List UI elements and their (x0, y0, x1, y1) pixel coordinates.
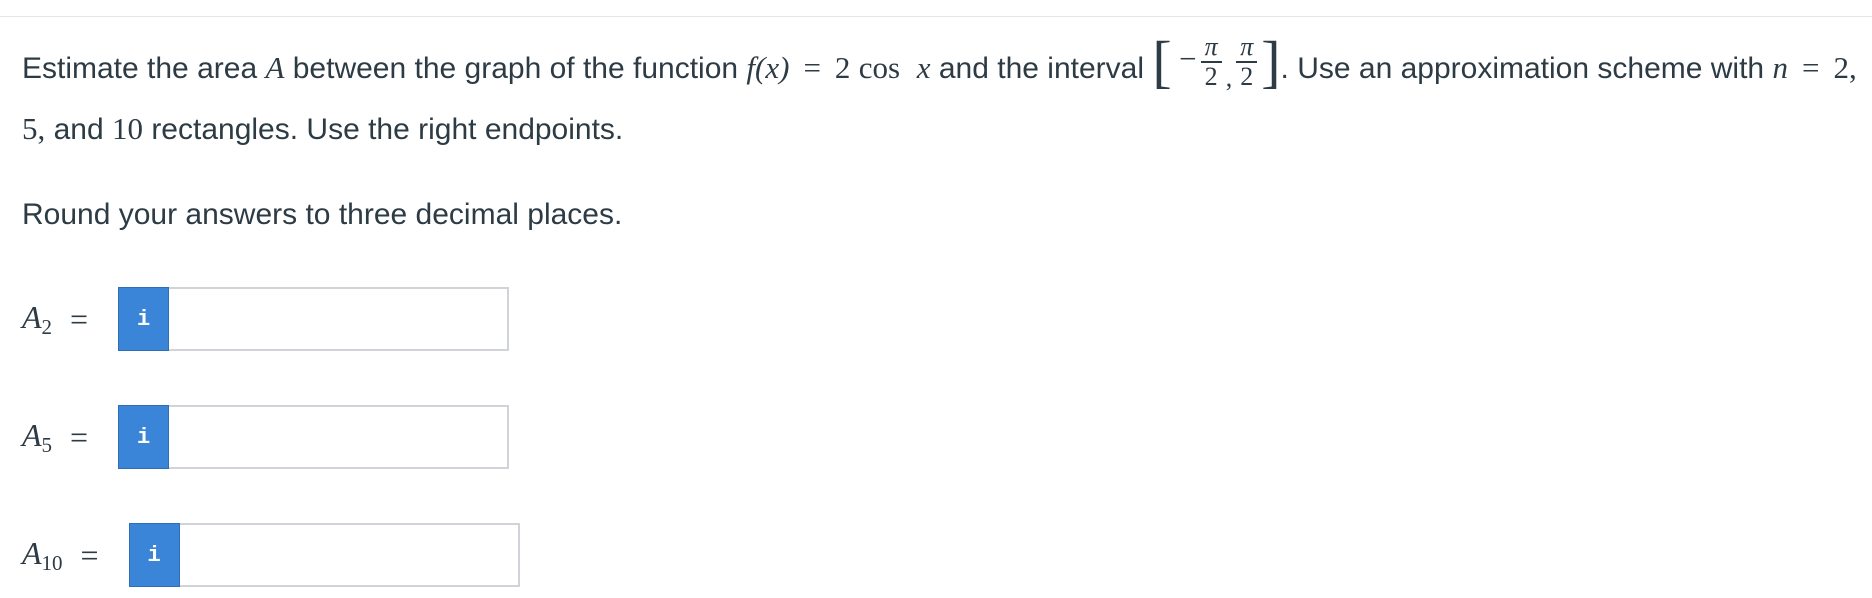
question-part: between the graph of the function (284, 52, 747, 85)
answer-label: A2 (22, 299, 52, 340)
answer-field: i (128, 523, 520, 587)
answer-subscript: 2 (41, 314, 53, 339)
answer-var: A (22, 298, 42, 335)
var-n: n (1772, 50, 1788, 85)
pi-symbol: π (1236, 33, 1258, 64)
var-a: A (265, 50, 285, 85)
comma: , (1225, 63, 1233, 93)
right-bracket: ] (1261, 29, 1281, 95)
info-icon: i (136, 306, 151, 332)
answer-input-a5[interactable] (169, 405, 510, 469)
left-bracket: [ (1152, 29, 1172, 95)
info-button[interactable]: i (118, 287, 170, 351)
question-part: and the interval (930, 52, 1153, 85)
instruction-text: Round your answers to three decimal plac… (22, 198, 623, 231)
answer-field: i (118, 405, 510, 469)
function-cos: cos (858, 50, 901, 85)
question-part: and (45, 113, 112, 147)
answer-input-a2[interactable] (169, 287, 510, 351)
answer-row-a2: A2 = i (22, 286, 510, 352)
question-part: rectangles. Use the right endpoints. (142, 113, 624, 147)
info-icon: i (136, 424, 151, 450)
function-coefficient: 2 (834, 50, 851, 85)
equals-sign: = (803, 50, 821, 85)
answer-label: A5 (22, 417, 52, 458)
equals-sign: = (70, 418, 89, 455)
question-part: . Use an approximation scheme with (1280, 52, 1773, 85)
answer-subscript: 10 (41, 550, 63, 575)
info-button[interactable]: i (118, 405, 170, 469)
fraction-right: π2 (1236, 33, 1258, 92)
denominator: 2 (1240, 62, 1254, 92)
equals-sign: = (1801, 50, 1820, 85)
minus-sign: − (1179, 40, 1197, 76)
info-icon: i (147, 542, 161, 568)
equals-sign: = (80, 536, 99, 573)
function-variable: x (916, 50, 931, 85)
answer-row-a10: A10 = i (22, 522, 520, 588)
pi-symbol: π (1200, 33, 1222, 64)
answer-row-a5: A5 = i (22, 404, 510, 470)
answer-var: A (22, 534, 42, 571)
answer-input-a10[interactable] (179, 523, 520, 587)
question-text: Estimate the area A between the graph of… (22, 33, 1862, 160)
question-part: Estimate the area (22, 52, 266, 85)
answer-label: A10 (22, 535, 63, 576)
interval: [ − π 2, π 2] (1152, 33, 1280, 91)
answer-var: A (22, 416, 42, 453)
equals-sign: = (70, 300, 89, 337)
info-button[interactable]: i (128, 523, 180, 587)
answer-subscript: 5 (41, 432, 53, 457)
denominator: 2 (1204, 62, 1218, 92)
answer-field: i (118, 287, 510, 351)
top-divider (0, 16, 1872, 17)
fraction-left: π2 (1200, 33, 1222, 92)
n-last: 10 (111, 111, 143, 147)
function-name: f(x) (746, 50, 790, 85)
